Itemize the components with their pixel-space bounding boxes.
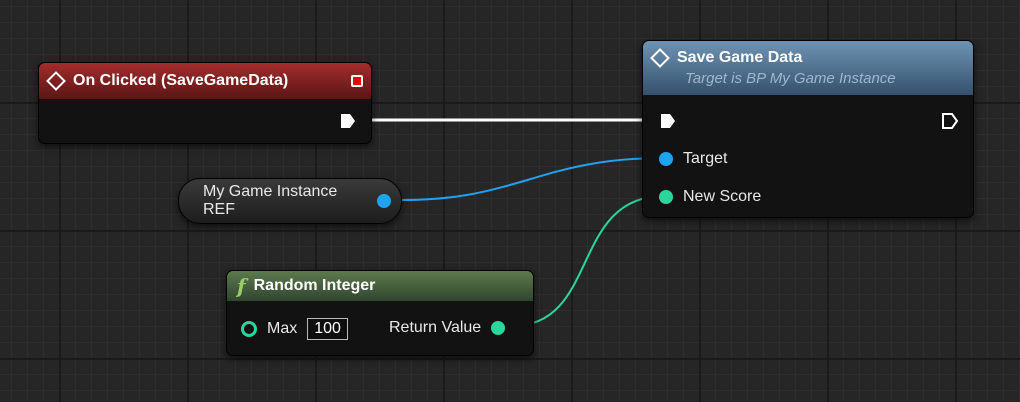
save-node-subtitle: Target is BP My Game Instance (685, 70, 896, 87)
target-pin[interactable] (659, 152, 673, 166)
event-node-header[interactable]: On Clicked (SaveGameData) (39, 63, 371, 99)
target-wire[interactable] (401, 157, 665, 201)
target-pin-row[interactable]: Target (659, 150, 727, 168)
save-node-title: Save Game Data (677, 49, 803, 66)
save-exec-out-pin[interactable] (941, 112, 959, 130)
max-pin-label: Max (267, 320, 298, 337)
max-value-input[interactable]: 100 (307, 318, 348, 340)
variable-label: My Game Instance REF (203, 183, 338, 218)
return-value-pin-row[interactable]: Return Value (389, 319, 515, 337)
function-icon: f (237, 274, 246, 298)
new-score-wire[interactable] (511, 195, 665, 327)
random-integer-node[interactable]: f Random Integer Max 100 Return Value (226, 270, 534, 356)
return-value-label: Return Value (389, 319, 482, 336)
save-exec-in-pin[interactable] (659, 112, 677, 130)
new-score-pin-row[interactable]: New Score (659, 188, 761, 206)
save-game-data-node[interactable]: Save Game Data Target is BP My Game Inst… (642, 40, 974, 218)
event-node-title: On Clicked (SaveGameData) (73, 72, 289, 89)
function-call-diamond-icon (650, 48, 670, 68)
max-pin-row[interactable]: Max 100 (241, 318, 348, 340)
event-exec-out-pin[interactable] (339, 112, 357, 130)
max-input-pin[interactable] (241, 321, 257, 337)
event-diamond-icon (46, 71, 66, 91)
new-score-pin[interactable] (659, 190, 673, 204)
variable-output-pin[interactable] (377, 194, 391, 208)
random-node-title: Random Integer (253, 277, 376, 294)
target-pin-label: Target (683, 150, 728, 167)
new-score-pin-label: New Score (683, 188, 762, 205)
event-node-on-clicked[interactable]: On Clicked (SaveGameData) (38, 62, 372, 144)
random-node-header[interactable]: f Random Integer (227, 271, 533, 301)
save-node-header[interactable]: Save Game Data Target is BP My Game Inst… (643, 41, 973, 95)
return-value-pin[interactable] (491, 321, 506, 335)
my-game-instance-ref-node[interactable]: My Game Instance REF (178, 178, 402, 224)
event-delegate-icon[interactable] (351, 75, 363, 87)
